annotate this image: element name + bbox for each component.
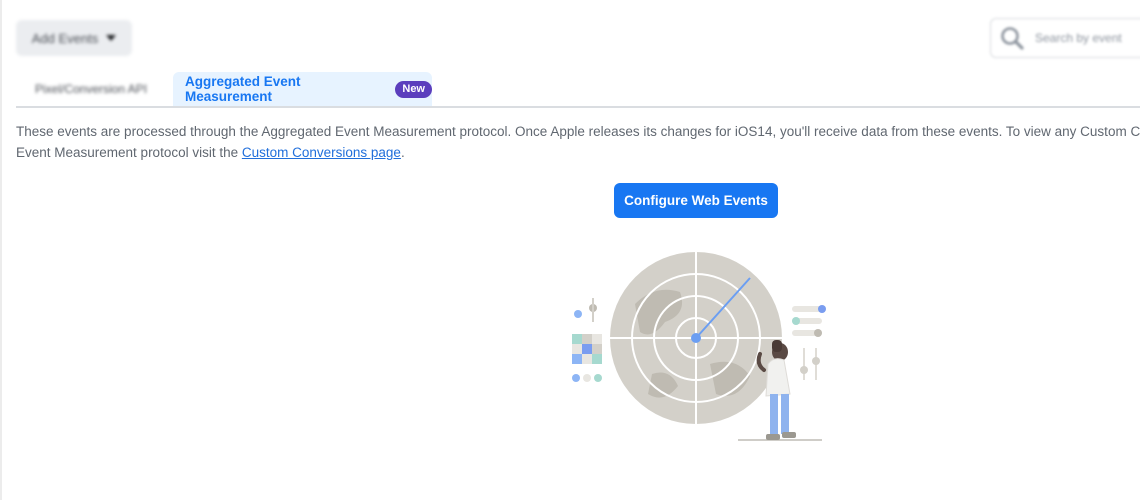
page-left-border — [0, 0, 2, 500]
search-input[interactable] — [1033, 30, 1140, 46]
intro-line-2-prefix: Event Measurement protocol visit the — [16, 145, 242, 160]
intro-line-1: These events are processed through the A… — [16, 124, 1140, 139]
search-box[interactable] — [990, 18, 1140, 58]
intro-text: These events are processed through the A… — [16, 121, 1140, 163]
tab-aggregated-event-measurement[interactable]: Aggregated Event Measurement New — [173, 72, 432, 106]
tab-label: Pixel/Conversion API — [34, 82, 148, 96]
add-events-dropdown[interactable]: Add Events — [16, 20, 132, 56]
intro-line-2: Event Measurement protocol visit the Cus… — [16, 142, 1140, 163]
new-badge: New — [395, 80, 432, 98]
custom-conversions-link[interactable]: Custom Conversions page — [242, 145, 401, 160]
tab-pixel-conversion-api[interactable]: Pixel/Conversion API — [16, 72, 166, 106]
tab-label: Aggregated Event Measurement — [185, 74, 301, 104]
caret-down-icon — [106, 35, 117, 41]
radar-illustration — [572, 252, 826, 441]
tab-divider — [16, 106, 1140, 108]
intro-line-2-suffix: . — [400, 145, 405, 160]
configure-web-events-button[interactable]: Configure Web Events — [614, 183, 778, 218]
add-events-label: Add Events — [31, 30, 99, 46]
search-icon — [1001, 27, 1024, 50]
